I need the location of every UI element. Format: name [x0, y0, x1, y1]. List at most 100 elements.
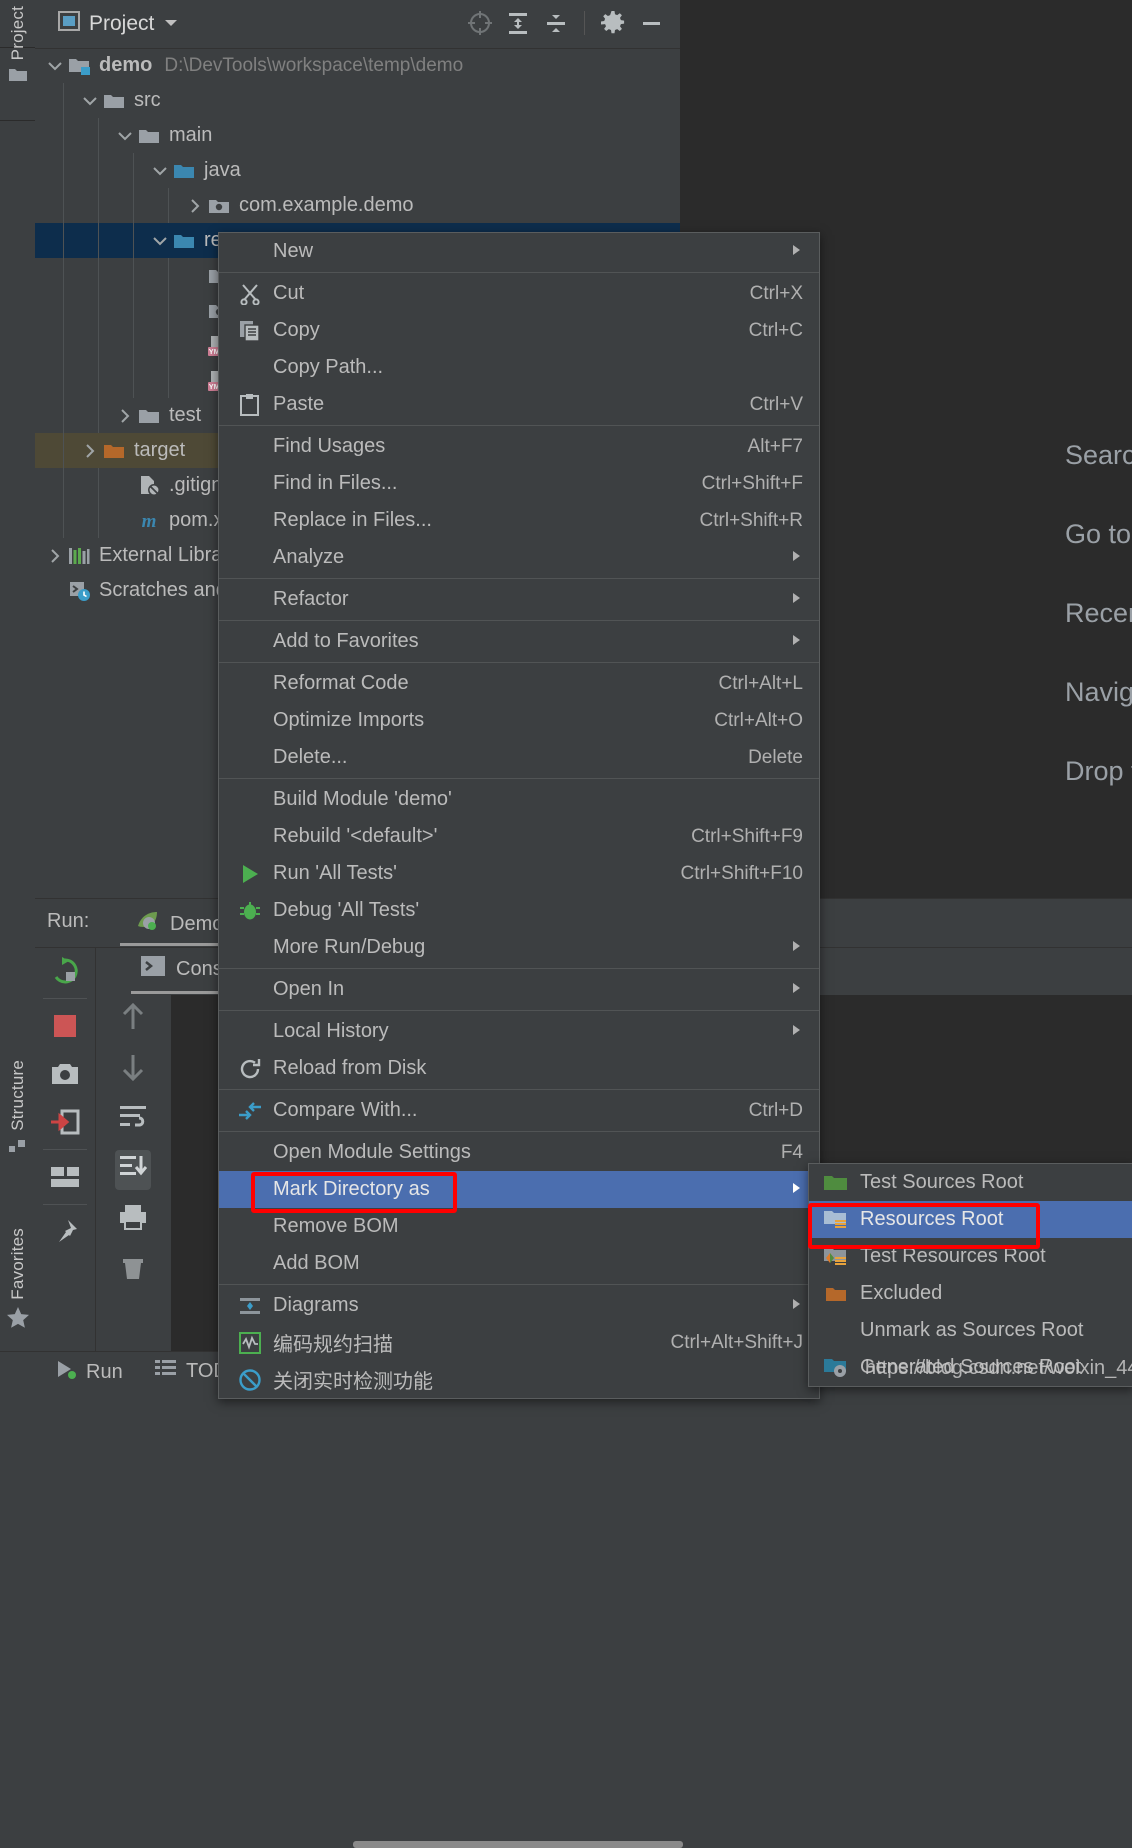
trash-icon[interactable] — [95, 1245, 171, 1295]
menu-item-shortcut: Ctrl+X — [749, 282, 803, 304]
project-panel-title[interactable]: Project — [58, 10, 179, 38]
chevron-down-icon[interactable] — [115, 126, 135, 146]
menu-item-reload-from-disk[interactable]: Reload from Disk — [219, 1050, 819, 1087]
tree-guide — [63, 153, 64, 188]
submenu-item-excluded[interactable]: Excluded — [809, 1275, 1132, 1312]
mark-directory-as-submenu[interactable]: Test Sources Root Resources Root Test Reso… — [808, 1163, 1132, 1387]
horizontal-scrollbar[interactable] — [353, 1841, 683, 1848]
menu-item-cut[interactable]: Cut Ctrl+X — [219, 275, 819, 312]
chevron-right-icon[interactable] — [80, 441, 100, 461]
submenu-item-test-resources-root[interactable]: Test Resources Root — [809, 1238, 1132, 1275]
chevron-down-icon[interactable] — [150, 161, 170, 181]
menu-item-run-all-tests[interactable]: Run 'All Tests' Ctrl+Shift+F10 — [219, 855, 819, 892]
chevron-down-icon[interactable] — [80, 91, 100, 111]
menu-item-replace-in-files[interactable]: Replace in Files... Ctrl+Shift+R — [219, 502, 819, 539]
menu-separator — [219, 968, 819, 969]
submenu-item-resources-root[interactable]: Resources Root — [809, 1201, 1132, 1238]
menu-item-label: Find in Files... — [273, 472, 398, 494]
menu-item-[interactable]: 编码规约扫描 Ctrl+Alt+Shift+J — [219, 1324, 819, 1361]
menu-item-open-in[interactable]: Open In — [219, 971, 819, 1008]
submenu-arrow-icon — [791, 1021, 803, 1043]
expand-all-icon[interactable] — [503, 8, 533, 38]
rerun-icon[interactable] — [35, 947, 95, 995]
menu-item-copy-path[interactable]: Copy Path... — [219, 349, 819, 386]
submenu-item-unmark-as-sources-root[interactable]: Unmark as Sources Root — [809, 1312, 1132, 1349]
menu-item-copy[interactable]: Copy Ctrl+C — [219, 312, 819, 349]
submenu-arrow-icon — [791, 589, 803, 611]
chevron-right-icon[interactable] — [185, 196, 205, 216]
console-icon — [140, 955, 166, 983]
project-window-icon — [58, 10, 80, 38]
menu-item-mark-directory-as[interactable]: Mark Directory as — [219, 1171, 819, 1208]
menu-item-new[interactable]: New — [219, 233, 819, 270]
menu-item-label: Build Module 'demo' — [273, 788, 452, 810]
menu-item-label: 编码规约扫描 — [273, 1334, 393, 1356]
chevron-down-icon[interactable] — [150, 231, 170, 251]
menu-item-rebuild-default[interactable]: Rebuild '<default>' Ctrl+Shift+F9 — [219, 818, 819, 855]
menu-item-label: Paste — [273, 393, 325, 415]
scroll-down-icon[interactable] — [95, 1045, 171, 1095]
folder-icon — [8, 66, 28, 89]
menu-item-find-usages[interactable]: Find Usages Alt+F7 — [219, 428, 819, 465]
sidebar-tab-favorites[interactable]: Favorites — [0, 1228, 35, 1335]
menu-item-label: Refactor — [273, 588, 349, 610]
console-side-toolbar — [95, 995, 171, 1352]
sidebar-tab-structure[interactable]: Structure — [0, 1060, 35, 1161]
chevron-right-icon[interactable] — [45, 546, 65, 566]
soft-wrap-icon[interactable] — [95, 1095, 171, 1145]
menu-item-analyze[interactable]: Analyze — [219, 539, 819, 576]
exit-icon[interactable] — [35, 1098, 95, 1146]
tree-item-src[interactable]: src — [35, 83, 680, 118]
menu-item-optimize-imports[interactable]: Optimize Imports Ctrl+Alt+O — [219, 702, 819, 739]
menu-item-reformat-code[interactable]: Reformat Code Ctrl+Alt+L — [219, 665, 819, 702]
collapse-all-icon[interactable] — [541, 8, 571, 38]
left-tool-strip: Project Structure Favorites — [0, 0, 36, 1389]
tree-item-java[interactable]: java — [35, 153, 680, 188]
menu-item-refactor[interactable]: Refactor — [219, 581, 819, 618]
sidebar-tab-project[interactable]: Project — [0, 6, 35, 89]
menu-item-diagrams[interactable]: Diagrams — [219, 1287, 819, 1324]
menu-item-add-bom[interactable]: Add BOM — [219, 1245, 819, 1282]
menu-item-more-run-debug[interactable]: More Run/Debug — [219, 929, 819, 966]
tree-item-label: src — [134, 89, 161, 111]
chevron-down-icon[interactable] — [163, 13, 179, 35]
tree-guide — [98, 468, 99, 503]
menu-item-remove-bom[interactable]: Remove BOM — [219, 1208, 819, 1245]
submenu-arrow-icon — [791, 979, 803, 1001]
chevron-right-icon[interactable] — [115, 406, 135, 426]
menu-item-build-module-demo[interactable]: Build Module 'demo' — [219, 781, 819, 818]
structure-icon — [8, 1137, 28, 1161]
tree-item-demo[interactable]: demo D:\DevTools\workspace\temp\demo — [35, 48, 680, 83]
chevron-down-icon[interactable] — [45, 56, 65, 76]
menu-item-delete[interactable]: Delete... Delete — [219, 739, 819, 776]
scroll-to-end-icon[interactable] — [95, 1145, 171, 1195]
pin-icon[interactable] — [35, 1208, 95, 1256]
menu-item-open-module-settings[interactable]: Open Module Settings F4 — [219, 1134, 819, 1171]
menu-separator — [219, 1010, 819, 1011]
todo-icon — [155, 1359, 177, 1383]
menu-item-add-to-favorites[interactable]: Add to Favorites — [219, 623, 819, 660]
run-side-toolbar — [35, 947, 96, 1352]
menu-item-compare-with[interactable]: Compare With... Ctrl+D — [219, 1092, 819, 1129]
menu-item-paste[interactable]: Paste Ctrl+V — [219, 386, 819, 423]
menu-item-[interactable]: 关闭实时检测功能 — [219, 1361, 819, 1398]
submenu-item-test-sources-root[interactable]: Test Sources Root — [809, 1164, 1132, 1201]
status-bar-item-run[interactable]: Run — [55, 1359, 123, 1385]
layout-icon[interactable] — [35, 1153, 95, 1201]
context-menu[interactable]: New Cut Ctrl+X Copy Ctrl+C Copy Path... Paste C… — [218, 232, 820, 1399]
menu-separator — [219, 778, 819, 779]
menu-item-find-in-files[interactable]: Find in Files... Ctrl+Shift+F — [219, 465, 819, 502]
menu-item-local-history[interactable]: Local History — [219, 1013, 819, 1050]
tree-item-com-example-demo[interactable]: com.example.demo — [35, 188, 680, 223]
hide-icon[interactable] — [636, 8, 666, 38]
settings-gear-icon[interactable] — [598, 8, 628, 38]
scroll-up-icon[interactable] — [95, 995, 171, 1045]
tree-item-main[interactable]: main — [35, 118, 680, 153]
stop-icon[interactable] — [35, 1002, 95, 1050]
print-icon[interactable] — [95, 1195, 171, 1245]
menu-item-label: Copy — [273, 319, 320, 341]
locate-icon[interactable] — [465, 8, 495, 38]
menu-item-debug-all-tests[interactable]: Debug 'All Tests' — [219, 892, 819, 929]
screenshot-icon[interactable] — [35, 1050, 95, 1098]
menu-item-label: Run 'All Tests' — [273, 862, 397, 884]
